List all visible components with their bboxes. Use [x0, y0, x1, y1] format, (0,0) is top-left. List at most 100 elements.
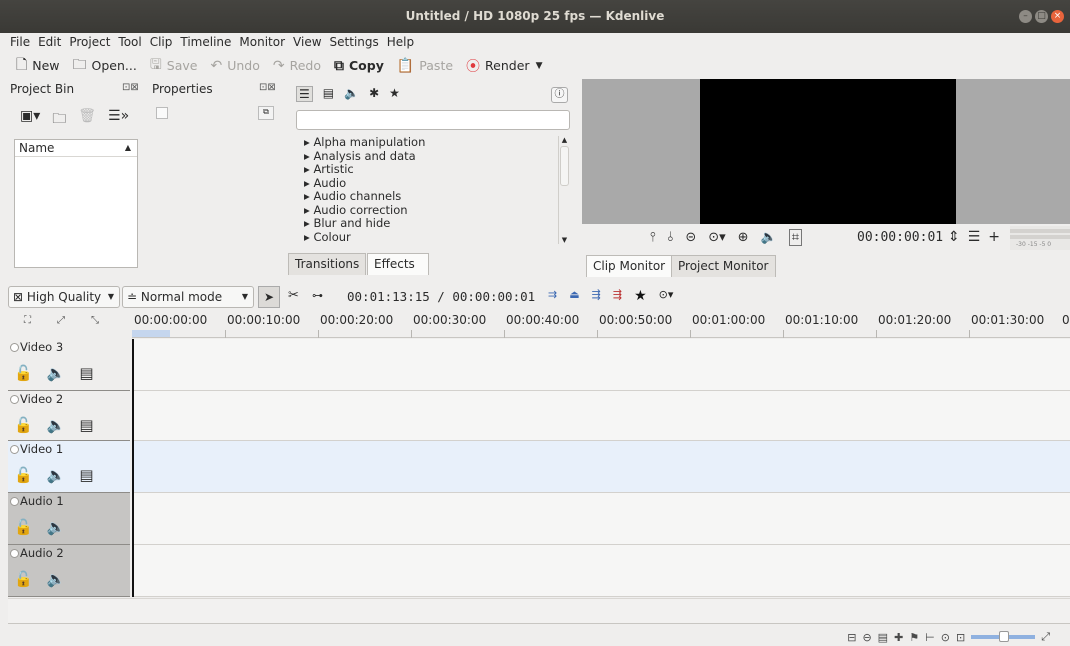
effect-category[interactable]: ▸ Alpha manipulation	[296, 135, 558, 150]
menu-file[interactable]: File	[6, 33, 34, 52]
zoom-in-icon[interactable]: ⤢	[1041, 630, 1050, 644]
list-view-icon[interactable]: ☰	[296, 86, 313, 102]
paste-button[interactable]: 📋 Paste	[397, 58, 453, 74]
forward-icon[interactable]: ⊕	[738, 230, 749, 245]
overwrite-icon[interactable]: ⏏	[569, 288, 579, 304]
lock-icon[interactable]: 🔓	[14, 416, 33, 434]
edit-mode-dropdown[interactable]: ≐ Normal mode ▼	[122, 286, 254, 308]
add-clip-icon[interactable]: ▣▾	[20, 108, 40, 132]
mute-audio-icon[interactable]: 🔈	[47, 518, 66, 536]
folder-add-icon[interactable]: 🗀	[52, 108, 66, 132]
properties-checkbox[interactable]	[156, 107, 168, 119]
track-row-audio-1[interactable]	[133, 493, 1070, 545]
effect-category[interactable]: ▸ Audio correction	[296, 203, 558, 218]
track-target-toggle[interactable]	[10, 445, 19, 454]
new-button[interactable]: 🗋 New	[16, 54, 60, 78]
track-row-video-2[interactable]	[133, 391, 1070, 441]
volume-icon[interactable]: 🔈	[761, 230, 777, 245]
zone-marker[interactable]	[132, 330, 170, 337]
menu-timeline[interactable]: Timeline	[176, 33, 235, 52]
undo-button[interactable]: ↶ Undo	[210, 58, 259, 74]
timeline-hscroll[interactable]	[8, 598, 1070, 624]
lock-icon[interactable]: 🔓	[14, 570, 33, 588]
thumbnails-icon[interactable]: ⊖	[862, 631, 871, 644]
close-button[interactable]: ×	[1051, 10, 1064, 23]
hide-video-icon[interactable]: ▤	[79, 466, 93, 484]
track-target-toggle[interactable]	[10, 497, 19, 506]
menu-edit[interactable]: Edit	[34, 33, 65, 52]
fit-zoom-icon[interactable]: ⛶	[24, 315, 31, 326]
track-target-toggle[interactable]	[10, 343, 19, 352]
dock-float-close-icon[interactable]: ⊡⊠	[122, 82, 139, 93]
lock-icon[interactable]: 🔓	[14, 466, 33, 484]
extract-icon[interactable]: ⇶	[592, 288, 601, 304]
playhead[interactable]	[132, 339, 134, 597]
ripple-icon[interactable]: ⊢	[925, 631, 935, 644]
track-row-video-1[interactable]	[133, 441, 1070, 493]
fullscreen-icon[interactable]: ⌗	[788, 229, 803, 246]
copy-button[interactable]: ⧉ Copy	[334, 58, 384, 74]
maximize-button[interactable]: □	[1035, 10, 1048, 23]
effect-category[interactable]: ▸ Artistic	[296, 162, 558, 177]
audio-effects-icon[interactable]: 🔈	[344, 86, 359, 102]
effects-search-input[interactable]	[296, 110, 570, 130]
zoom-out-icon[interactable]: ⊙	[941, 631, 950, 644]
track-row-audio-2[interactable]	[133, 545, 1070, 597]
hamburger-menu-icon[interactable]: ☰»	[108, 108, 129, 132]
play-icon[interactable]: ⊙▾	[708, 230, 725, 245]
zoom-slider-handle[interactable]	[999, 631, 1010, 642]
menu-monitor[interactable]: Monitor	[235, 33, 289, 52]
star-icon[interactable]: ★	[634, 288, 647, 304]
effect-category[interactable]: ▸ Colour	[296, 230, 558, 245]
quality-dropdown[interactable]: ⊠ High Quality ▼	[8, 286, 120, 308]
dock-float-close-icon[interactable]: ⊡⊠	[259, 82, 276, 93]
rewind-icon[interactable]: ⊝	[685, 230, 696, 245]
redo-button[interactable]: ↷ Redo	[273, 58, 321, 74]
monitor-timecode[interactable]: 00:00:00:01	[857, 230, 943, 245]
track-target-toggle[interactable]	[10, 549, 19, 558]
expand-tracks-icon[interactable]: ⤢	[57, 315, 65, 326]
select-tool-icon[interactable]: ➤	[258, 286, 280, 308]
effect-category[interactable]: ▸ Analysis and data	[296, 149, 558, 164]
mute-audio-icon[interactable]: 🔈	[47, 416, 66, 434]
scroll-thumb[interactable]	[560, 146, 569, 186]
track-row-video-3[interactable]	[133, 339, 1070, 391]
tab-transitions[interactable]: Transitions	[288, 253, 367, 275]
menu-project[interactable]: Project	[65, 33, 114, 52]
split-audio-icon[interactable]: ✚	[894, 631, 903, 644]
open-button[interactable]: 🗀 Open...	[73, 54, 137, 78]
lock-icon[interactable]: 🔓	[14, 518, 33, 536]
effect-category[interactable]: ▸ Audio channels	[296, 189, 558, 204]
mute-audio-icon[interactable]: 🔈	[47, 364, 66, 382]
custom-effects-icon[interactable]: ✱	[369, 86, 379, 102]
name-column-header[interactable]: Name ▲	[15, 140, 137, 157]
favorites-icon[interactable]: ★	[389, 86, 400, 102]
hide-video-icon[interactable]: ▤	[79, 416, 93, 434]
mute-audio-icon[interactable]: 🔈	[47, 466, 66, 484]
track-target-toggle[interactable]	[10, 395, 19, 404]
plus-icon[interactable]: +	[988, 229, 1000, 245]
render-button[interactable]: ⦿ Render ▼	[466, 56, 542, 76]
razor-tool-icon[interactable]: ✂	[288, 288, 299, 303]
effect-category[interactable]: ▸ Blur and hide	[296, 216, 558, 231]
menu-settings[interactable]: Settings	[326, 33, 383, 52]
playback-menu-icon[interactable]: ⊙▾	[659, 288, 674, 304]
set-zone-in-icon[interactable]: ⫯	[650, 230, 656, 245]
monitor-view[interactable]	[582, 79, 1070, 224]
collapse-tracks-icon[interactable]: ⤡	[91, 315, 99, 326]
menu-clip[interactable]: Clip	[146, 33, 177, 52]
hide-video-icon[interactable]: ▤	[79, 364, 93, 382]
scroll-down-icon[interactable]: ▼	[559, 236, 570, 244]
effect-category[interactable]: ▸ Audio	[296, 176, 558, 191]
hamburger-menu-icon[interactable]: ☰	[968, 229, 981, 245]
menu-tool[interactable]: Tool	[114, 33, 145, 52]
zoom-slider[interactable]	[971, 631, 1036, 642]
set-zone-out-icon[interactable]: ⫰	[668, 230, 674, 245]
tab-effects[interactable]: Effects	[367, 253, 429, 275]
lock-icon[interactable]: 🔓	[14, 364, 33, 382]
timeline-ruler[interactable]: 00:00:00:00 00:00:10:00 00:00:20:00 00:0…	[132, 311, 1070, 338]
effects-scrollbar[interactable]: ▲ ▼	[558, 136, 570, 244]
minimize-button[interactable]: –	[1019, 10, 1032, 23]
video-thumbnails-icon[interactable]: ▤	[878, 631, 888, 644]
menu-help[interactable]: Help	[383, 33, 418, 52]
